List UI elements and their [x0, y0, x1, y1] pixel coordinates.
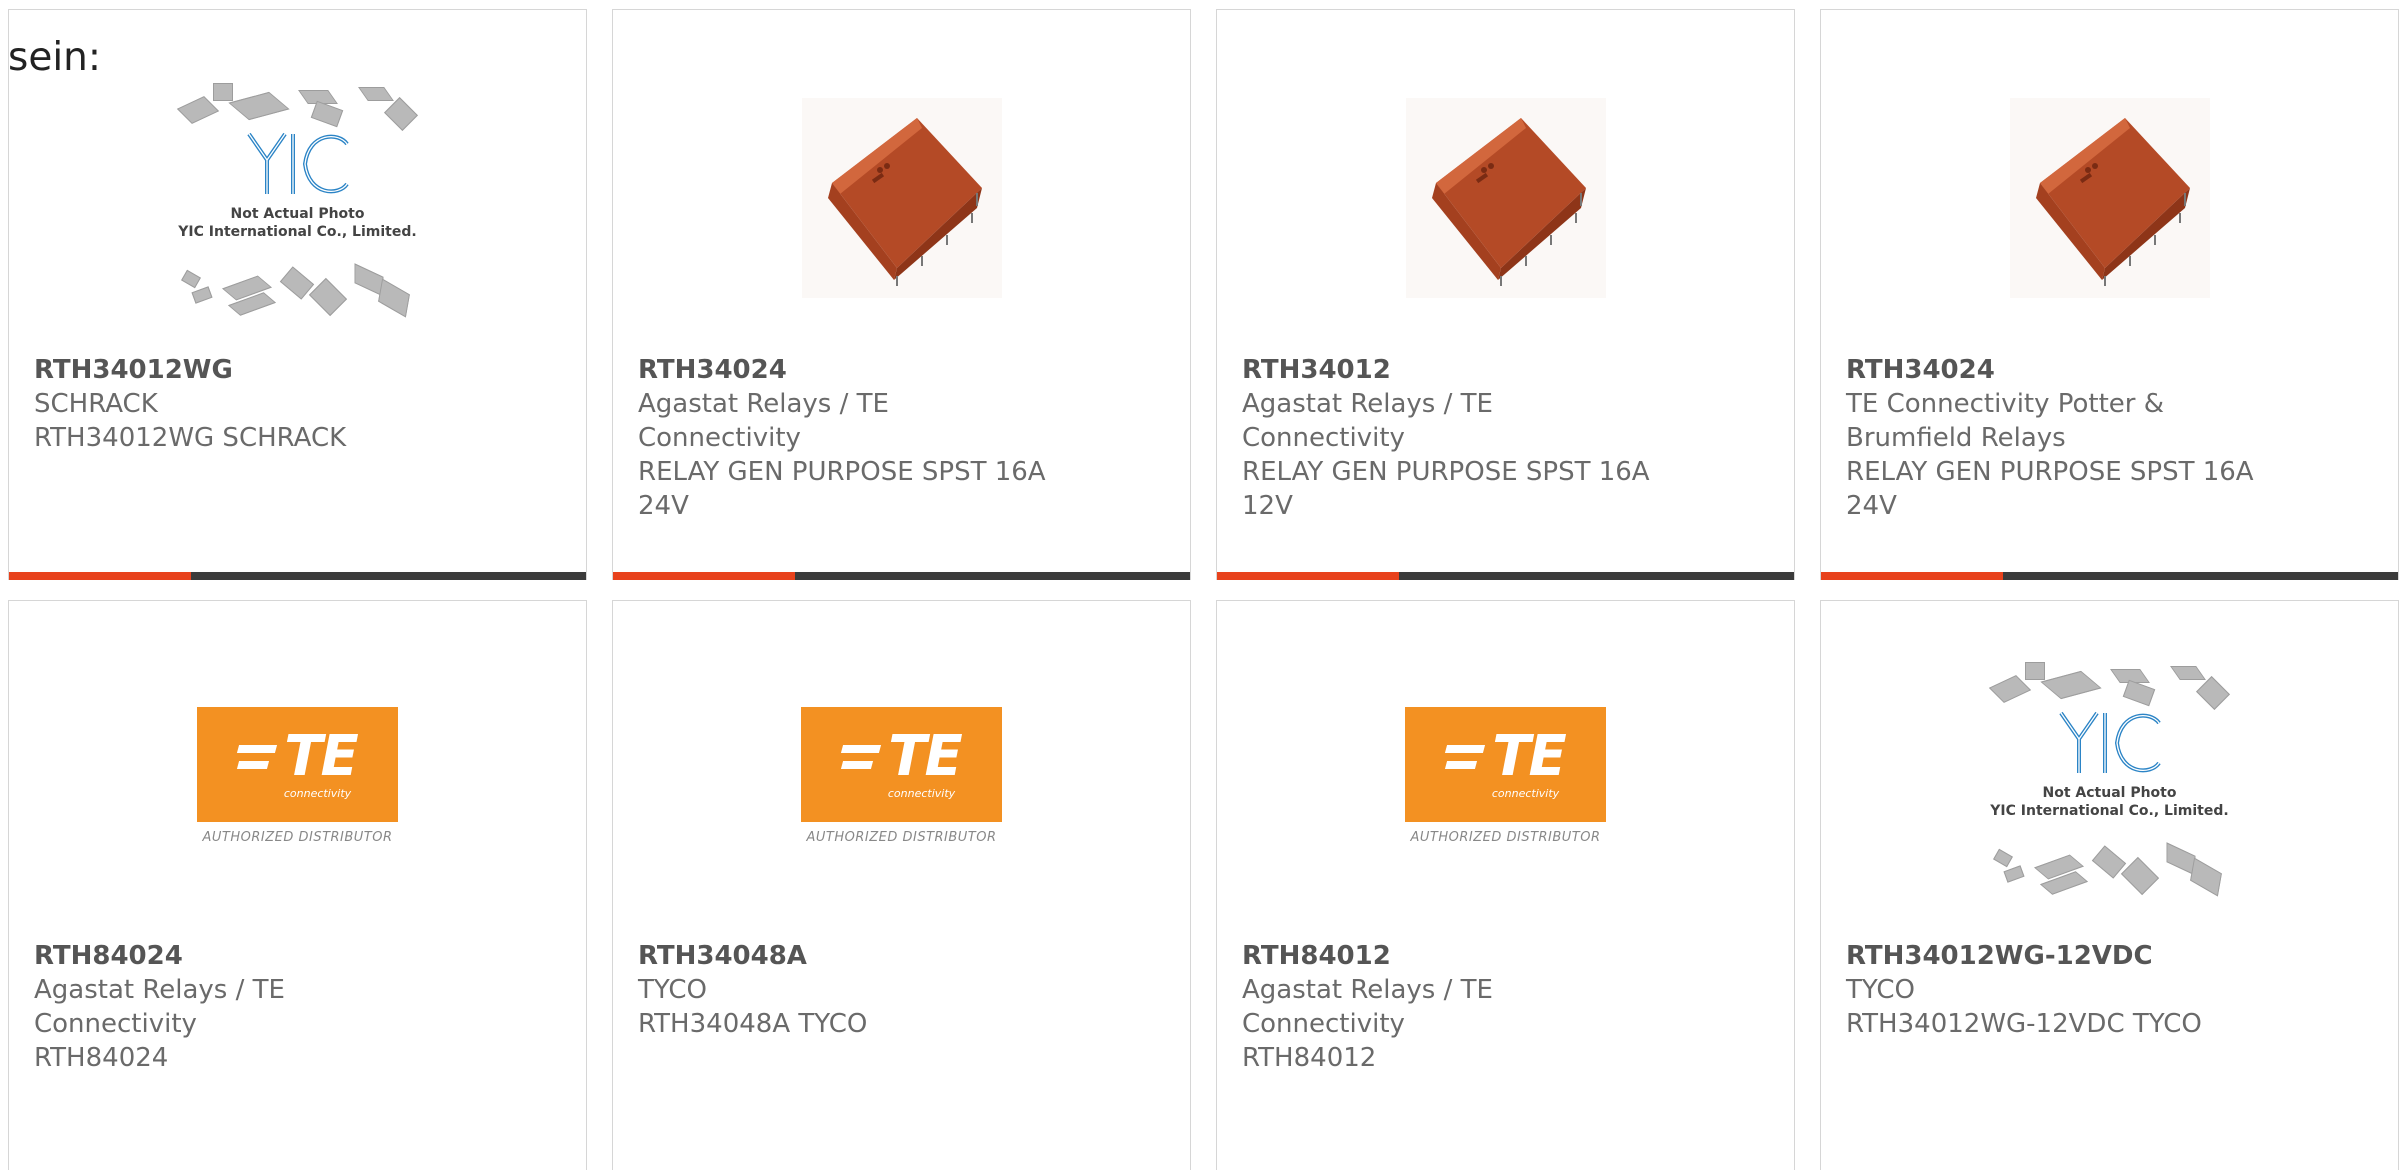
card-footer-bar	[9, 572, 586, 580]
relay-icon	[2035, 117, 2190, 286]
te-connectivity-logo: TE connectivity AUTHORIZED DISTRIBUTOR	[1405, 707, 1606, 845]
relay-image	[1405, 97, 1606, 298]
relay-icon	[1431, 117, 1586, 286]
card-footer-accent	[1821, 572, 2003, 580]
product-part-number[interactable]: RTH34024	[1846, 353, 2268, 387]
product-image[interactable]	[613, 70, 1190, 325]
not-actual-photo-image: Not Actual Photo YIC International Co., …	[163, 75, 433, 320]
relay-icon	[827, 117, 982, 286]
te-connectivity-logo: TE connectivity AUTHORIZED DISTRIBUTOR	[801, 707, 1002, 845]
card-footer-accent	[613, 572, 795, 580]
product-image[interactable]	[1217, 70, 1794, 325]
product-card[interactable]: TE connectivity AUTHORIZED DISTRIBUTOR R…	[1216, 600, 1795, 1170]
product-manufacturer: TYCO	[638, 975, 707, 1005]
product-description: 24V	[1846, 491, 1897, 521]
product-image[interactable]: TE connectivity AUTHORIZED DISTRIBUTOR	[613, 641, 1190, 911]
product-description: 12V	[1242, 491, 1293, 521]
product-manufacturer: Agastat Relays / TE Connectivity	[638, 389, 889, 453]
card-footer-accent	[9, 572, 191, 580]
product-card[interactable]: TE connectivity AUTHORIZED DISTRIBUTOR R…	[8, 600, 587, 1170]
product-description: RELAY GEN PURPOSE SPST 16A	[638, 457, 1046, 487]
card-footer-bar	[1217, 572, 1794, 580]
product-image[interactable]	[1821, 70, 2398, 325]
product-description: RTH34048A TYCO	[638, 1009, 868, 1039]
product-description: RELAY GEN PURPOSE SPST 16A	[1242, 457, 1650, 487]
product-part-number[interactable]: RTH34012WG-12VDC	[1846, 939, 2268, 973]
product-manufacturer: SCHRACK	[34, 389, 158, 419]
product-part-number[interactable]: RTH34012	[1242, 353, 1664, 387]
product-part-number[interactable]: RTH34024	[638, 353, 1060, 387]
product-part-number[interactable]: RTH84012	[1242, 939, 1664, 973]
product-part-number[interactable]: RTH84024	[34, 939, 456, 973]
product-description: RELAY GEN PURPOSE SPST 16A	[1846, 457, 2254, 487]
product-manufacturer: Agastat Relays / TE Connectivity	[34, 975, 285, 1039]
product-card[interactable]: TE connectivity AUTHORIZED DISTRIBUTOR R…	[612, 600, 1191, 1170]
product-manufacturer: TE Connectivity Potter &	[1846, 389, 2165, 419]
card-footer-bar	[1821, 572, 2398, 580]
product-description: RTH84012	[1242, 1043, 1377, 1073]
product-manufacturer: Agastat Relays / TE Connectivity	[1242, 975, 1493, 1039]
product-description: RTH34012WG SCHRACK	[34, 423, 347, 453]
product-part-number[interactable]: RTH34012WG	[34, 353, 456, 387]
product-card[interactable]: Not Actual Photo YIC International Co., …	[8, 9, 587, 580]
product-description: 24V	[638, 491, 689, 521]
product-image[interactable]: TE connectivity AUTHORIZED DISTRIBUTOR	[1217, 641, 1794, 911]
yic-logo-icon	[246, 132, 349, 194]
intro-text: sein:	[8, 35, 102, 80]
product-image-placeholder[interactable]: Not Actual Photo YIC International Co., …	[9, 70, 586, 325]
yic-logo-icon	[2058, 711, 2161, 773]
product-description: RTH84024	[34, 1043, 169, 1073]
product-part-number[interactable]: RTH34048A	[638, 939, 1060, 973]
product-image[interactable]: TE connectivity AUTHORIZED DISTRIBUTOR	[9, 641, 586, 911]
product-manufacturer: Brumfield Relays	[1846, 423, 2066, 453]
te-connectivity-logo: TE connectivity AUTHORIZED DISTRIBUTOR	[197, 707, 398, 845]
not-actual-photo-image: Not Actual Photo YIC International Co., …	[1975, 654, 2245, 899]
card-footer-bar	[613, 572, 1190, 580]
product-card[interactable]: RTH34024 TE Connectivity Potter & Brumfi…	[1820, 9, 2399, 580]
card-footer-accent	[1217, 572, 1399, 580]
relay-image	[2009, 97, 2210, 298]
product-manufacturer: TYCO	[1846, 975, 1915, 1005]
product-card[interactable]: Not Actual Photo YIC International Co., …	[1820, 600, 2399, 1170]
product-description: RTH34012WG-12VDC TYCO	[1846, 1009, 2202, 1039]
product-card[interactable]: RTH34012 Agastat Relays / TE Connectivit…	[1216, 9, 1795, 580]
relay-image	[801, 97, 1002, 298]
product-manufacturer: Agastat Relays / TE Connectivity	[1242, 389, 1493, 453]
product-card[interactable]: RTH34024 Agastat Relays / TE Connectivit…	[612, 9, 1191, 580]
product-image-placeholder[interactable]: Not Actual Photo YIC International Co., …	[1821, 641, 2398, 911]
